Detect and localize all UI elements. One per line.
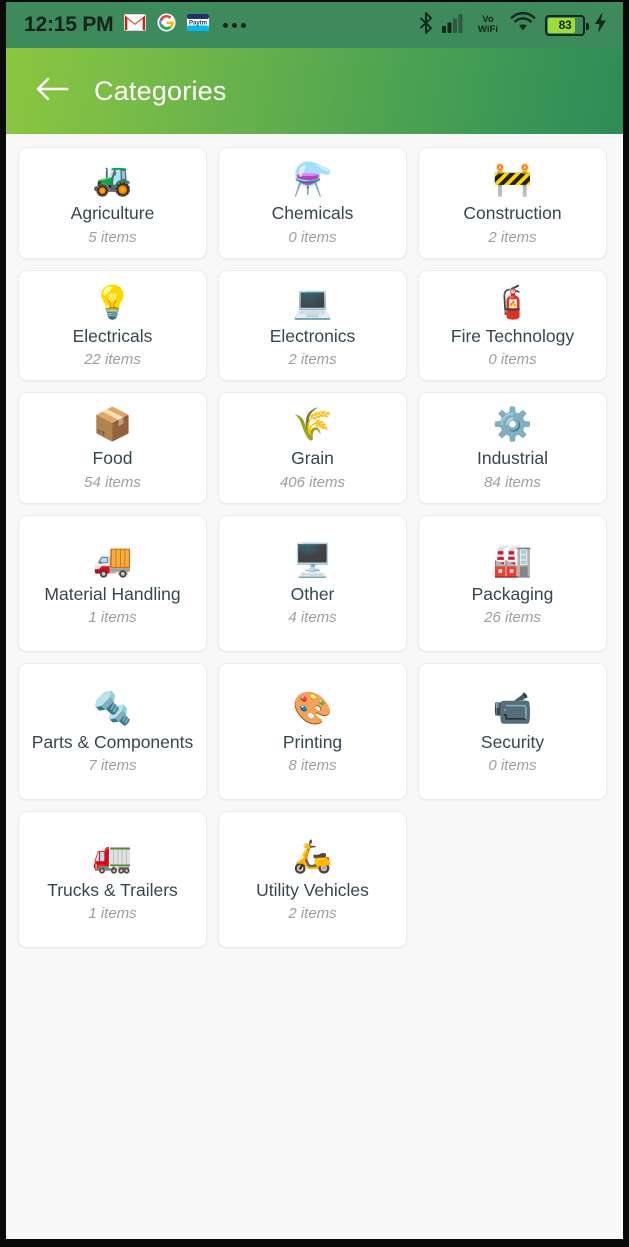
category-name: Fire Technology [450, 325, 575, 346]
category-item-count: 22 items [84, 351, 141, 369]
category-card[interactable]: ⚙️ Industrial 84 items [418, 392, 607, 504]
forklift-icon: 🚚 [92, 541, 133, 578]
category-name: Trucks & Trailers [47, 879, 178, 900]
category-card[interactable]: 🚜 Agriculture 5 items [18, 147, 207, 259]
category-item-count: 26 items [484, 609, 541, 627]
category-card[interactable]: ⚗️ Chemicals 0 items [218, 147, 407, 259]
category-card[interactable]: 🚧 Construction 2 items [418, 147, 607, 259]
svg-text:WiFi: WiFi [478, 24, 498, 34]
category-name: Food [92, 448, 133, 469]
wifi-icon [510, 12, 536, 38]
machine-icon: 🖥️ [292, 541, 333, 578]
category-name: Utility Vehicles [256, 879, 369, 900]
tractor-icon: 🚜 [92, 161, 133, 197]
category-item-count: 4 items [288, 609, 337, 627]
conveyor-belt-icon: 📦 [92, 406, 133, 443]
category-name: Parts & Components [31, 731, 194, 752]
category-card[interactable]: 📦 Food 54 items [18, 392, 207, 504]
category-item-count: 2 items [288, 905, 337, 923]
status-bar-right: Vo WiFi 83 [419, 11, 607, 39]
category-card[interactable]: 🚚 Material Handling 1 items [18, 514, 207, 652]
light-bulb-icon: 💡 [92, 283, 133, 320]
category-item-count: 5 items [88, 228, 137, 246]
category-item-count: 406 items [279, 473, 346, 491]
category-card[interactable]: 🖥️ Other 4 items [218, 514, 407, 652]
category-name: Grain [291, 448, 334, 469]
google-icon [157, 13, 176, 37]
gears-icon: ⚙️ [492, 406, 533, 443]
more-dots-icon [223, 22, 247, 28]
cellular-signal-icon [442, 13, 466, 38]
category-item-count: 2 items [288, 351, 337, 369]
category-item-count: 7 items [88, 757, 137, 775]
truck-icon: 🚛 [92, 837, 133, 874]
category-name: Chemicals [271, 203, 354, 223]
bluetooth-icon [419, 11, 433, 39]
category-item-count: 1 items [88, 905, 137, 923]
battery-percent-label: 83 [558, 18, 572, 32]
category-item-count: 0 items [488, 351, 537, 369]
category-item-count: 1 items [88, 609, 137, 627]
category-name: Printing [282, 731, 343, 752]
category-item-count: 0 items [488, 757, 537, 775]
category-item-count: 0 items [288, 228, 337, 246]
packaging-gear-icon: 🏭 [492, 541, 533, 578]
category-name: Electricals [72, 325, 153, 346]
device-frame: 12:15 PM Paytm Vo WiFi 83 Categories 🚜 A… [0, 0, 629, 1247]
screw-bolt-icon: 🔩 [92, 689, 133, 726]
category-name: Construction [463, 203, 562, 223]
category-card[interactable]: 💡 Electricals 22 items [18, 269, 207, 382]
printing-icon: 🎨 [292, 689, 333, 726]
status-bar: 12:15 PM Paytm Vo WiFi 83 [6, 2, 623, 48]
category-card[interactable]: 🔩 Parts & Components 7 items [18, 662, 207, 800]
arrow-left-icon [35, 76, 69, 107]
phone-screen: 12:15 PM Paytm Vo WiFi 83 Categories 🚜 A… [6, 2, 623, 1239]
category-name: Industrial [476, 448, 548, 469]
excavator-icon: 🚧 [492, 161, 533, 197]
category-name: Packaging [471, 583, 554, 604]
status-bar-left: 12:15 PM Paytm [24, 13, 419, 37]
security-camera-icon: 📹 [492, 689, 533, 726]
category-card[interactable]: 🚛 Trucks & Trailers 1 items [18, 810, 207, 948]
category-card[interactable]: 🧯 Fire Technology 0 items [418, 269, 607, 382]
category-name: Agriculture [70, 203, 155, 223]
category-item-count: 54 items [84, 473, 141, 491]
category-name: Electronics [269, 325, 356, 346]
category-name: Material Handling [44, 583, 181, 604]
svg-text:Paytm: Paytm [189, 21, 207, 27]
gmail-icon [124, 14, 147, 36]
category-card[interactable]: 🛵 Utility Vehicles 2 items [218, 810, 407, 948]
charging-bolt-icon [594, 12, 607, 38]
wheat-icon: 🌾 [292, 406, 333, 443]
page-title: Categories [94, 75, 227, 106]
category-item-count: 8 items [288, 757, 337, 775]
status-time: 12:15 PM [24, 13, 114, 36]
category-item-count: 84 items [484, 473, 541, 491]
category-card[interactable]: 🎨 Printing 8 items [218, 662, 407, 800]
category-name: Other [290, 583, 335, 604]
back-button[interactable] [32, 71, 72, 111]
category-card[interactable]: 💻 Electronics 2 items [218, 269, 407, 382]
category-card[interactable]: 🌾 Grain 406 items [218, 392, 407, 504]
paytm-icon: Paytm [187, 14, 210, 36]
app-bar: Categories [6, 48, 623, 134]
category-grid: 🚜 Agriculture 5 items ⚗️ Chemicals 0 items 🚧 Co… [6, 134, 623, 1239]
battery-icon: 83 [545, 14, 589, 36]
fire-hydrant-icon: 🧯 [492, 283, 533, 320]
flask-icon: ⚗️ [292, 161, 333, 197]
category-item-count: 2 items [488, 228, 537, 246]
atv-icon: 🛵 [292, 837, 333, 874]
category-name: Security [480, 731, 545, 752]
microchip-icon: 💻 [292, 283, 333, 320]
category-card[interactable]: 📹 Security 0 items [418, 662, 607, 800]
vowifi-icon: Vo WiFi [475, 12, 501, 38]
category-card[interactable]: 🏭 Packaging 26 items [418, 514, 607, 652]
